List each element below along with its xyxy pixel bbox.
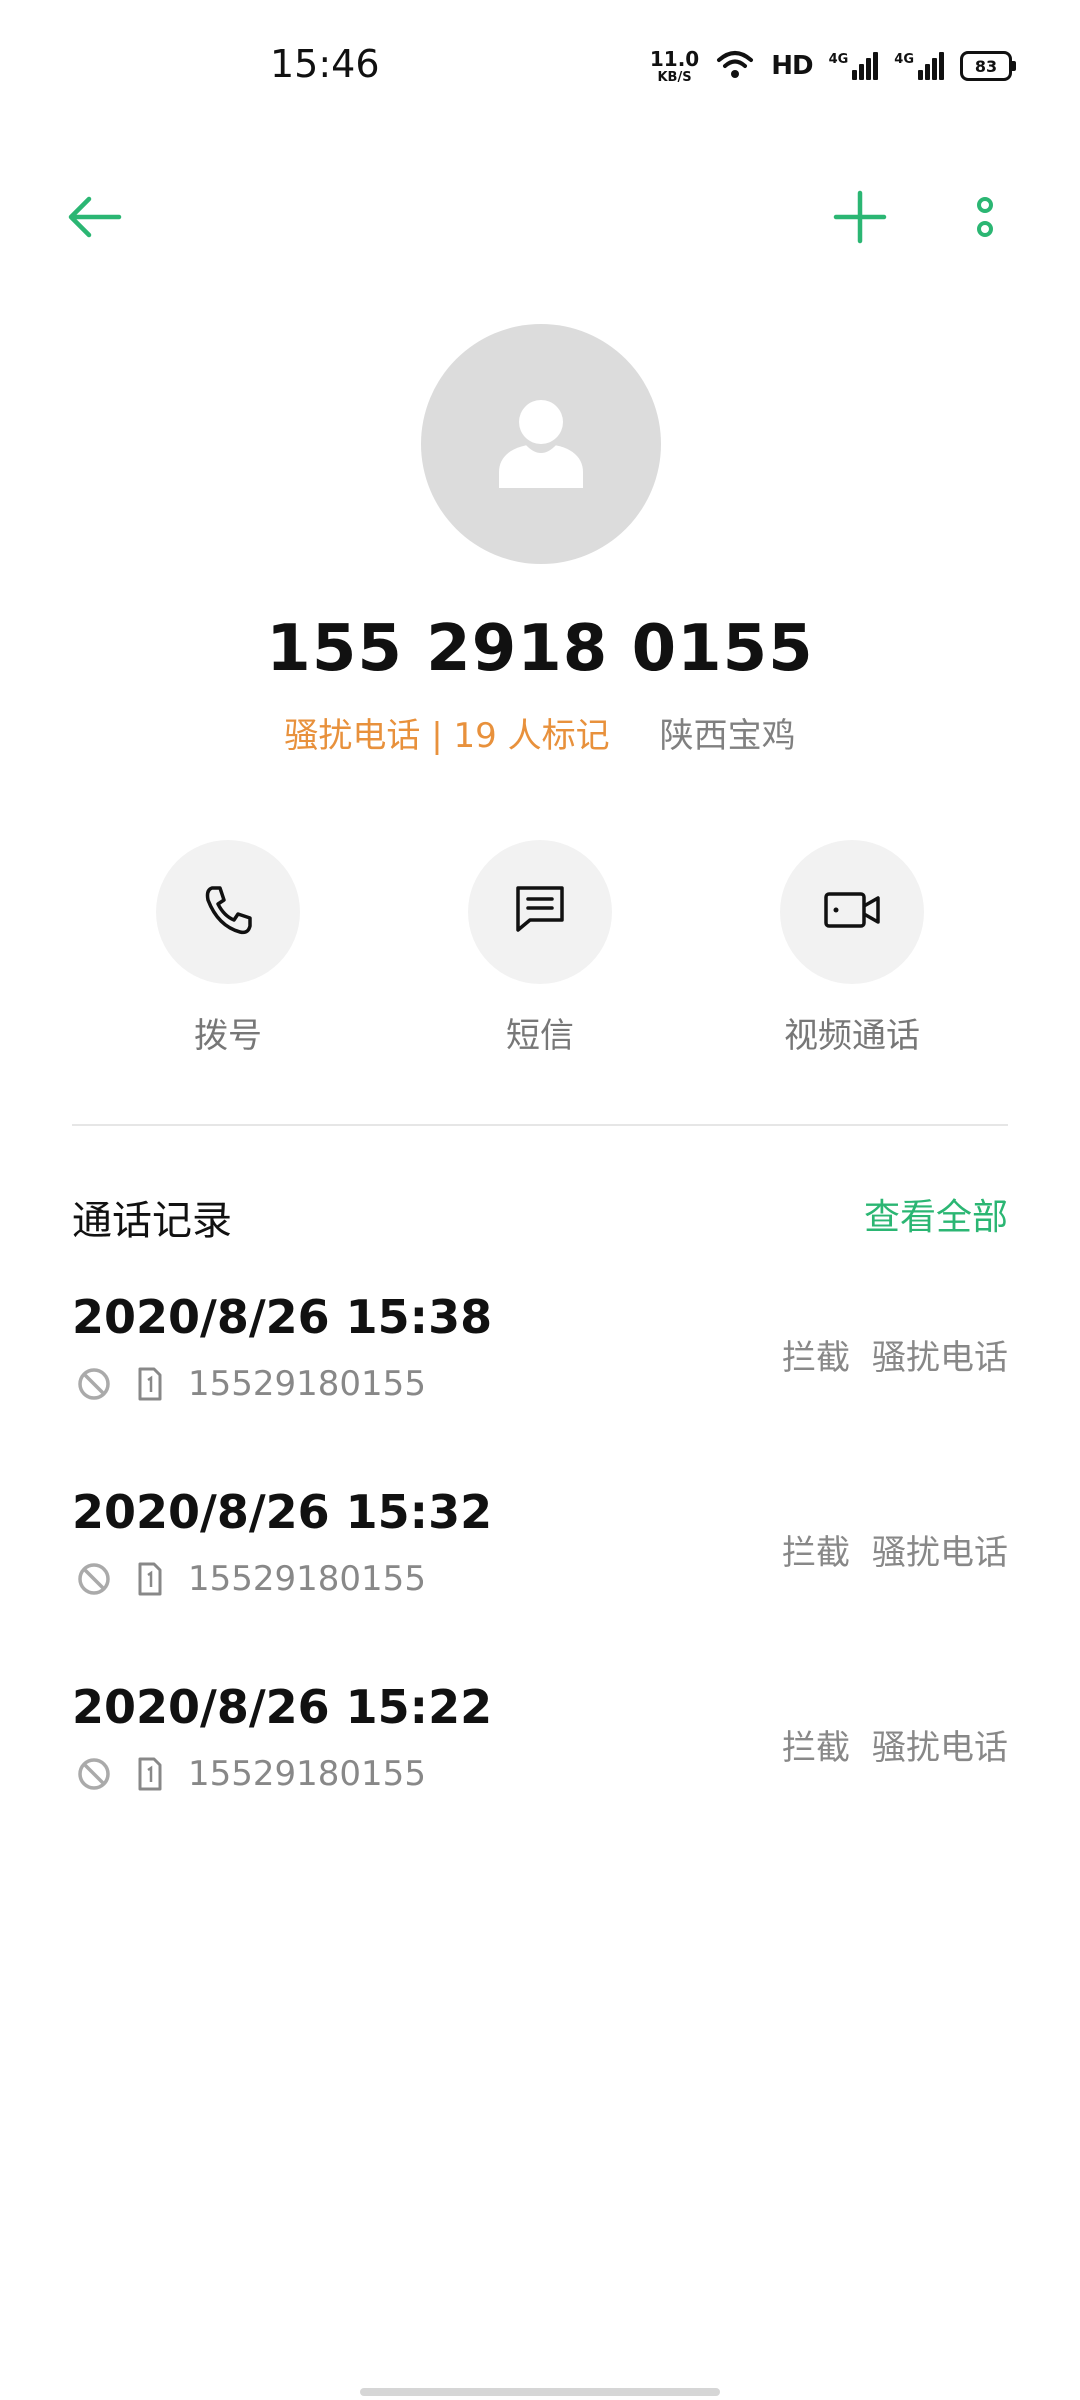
status-time: 15:46 [270,42,380,86]
view-all-link[interactable]: 查看全部 [864,1188,1008,1240]
call-status: 拦截 骚扰电话 [782,1720,1008,1769]
call-time: 2020/8/26 15:22 [72,1680,493,1734]
signal-network-label: 4G [828,52,849,67]
spam-tag: 骚扰电话 | 19 人标记 [284,716,610,756]
call-type-label: 骚扰电话 [872,1728,1008,1768]
call-record[interactable]: 2020/8/26 15:22 15529180155 拦截 骚扰电话 [0,1670,1080,1865]
video-call-label: 视频通话 [784,1016,920,1056]
status-icons: 11.0 KB/S HD 4G 4G 83 [650,44,1016,88]
hd-indicator: HD [771,51,813,81]
battery-level: 83 [974,56,998,76]
net-speed: 11.0 KB/S [650,49,699,84]
message-icon [510,880,570,944]
sms-circle[interactable] [468,840,612,984]
person-icon [491,392,591,496]
plus-icon [832,189,888,249]
dial-label: 拨号 [194,1016,262,1056]
back-button[interactable] [48,174,138,264]
phone-icon [198,880,258,944]
sms-label: 短信 [506,1016,574,1056]
call-number: 15529180155 [188,1754,426,1794]
call-record[interactable]: 2020/8/26 15:32 15529180155 拦截 骚扰电话 [0,1475,1080,1670]
signal-icon: 4G [829,52,879,80]
location-label: 陕西宝鸡 [659,716,796,756]
sim1-icon [128,1752,172,1796]
call-number: 15529180155 [188,1559,426,1599]
signal-icon: 4G [894,52,944,80]
wifi-icon [715,48,755,84]
call-number: 15529180155 [188,1364,426,1404]
call-type-label: 骚扰电话 [872,1338,1008,1378]
sim1-icon [128,1557,172,1601]
sim1-icon [128,1362,172,1406]
video-circle[interactable] [780,840,924,984]
call-log-list: 2020/8/26 15:38 15529180155 拦截 骚扰电话 2020/… [0,1280,1080,1865]
call-type-label: 骚扰电话 [872,1533,1008,1573]
call-time: 2020/8/26 15:32 [72,1485,493,1539]
sms-button[interactable]: 短信 [440,840,640,1057]
dial-circle[interactable] [156,840,300,984]
home-indicator[interactable] [360,2388,720,2396]
call-details: 15529180155 [72,1557,426,1601]
top-toolbar [0,160,1080,280]
blocked-icon [72,1362,116,1406]
video-call-button[interactable]: 视频通话 [752,840,952,1057]
divider [72,1124,1008,1126]
call-status-label: 拦截 [782,1338,850,1378]
battery-icon: 83 [960,51,1016,81]
avatar [421,324,661,564]
net-speed-unit: KB/S [657,69,692,85]
signal-network-label: 4G [894,52,914,67]
status-bar: 15:46 11.0 KB/S HD 4G 4G 83 [0,0,1080,130]
blocked-icon [72,1557,116,1601]
vertical-dots-icon [970,192,1000,246]
contact-tagline: 骚扰电话 | 19 人标记 陕西宝鸡 [0,708,1080,757]
call-status-label: 拦截 [782,1728,850,1768]
blocked-icon [72,1752,116,1796]
video-icon [820,880,884,944]
more-options-button[interactable] [940,174,1030,264]
add-contact-button[interactable] [815,174,905,264]
call-status-label: 拦截 [782,1533,850,1573]
contact-actions: 拨号 短信 视频通话 [0,840,1080,1060]
arrow-left-icon [63,192,123,246]
call-details: 15529180155 [72,1362,426,1406]
dial-button[interactable]: 拨号 [128,840,328,1057]
call-details: 15529180155 [72,1752,426,1796]
phone-number: 155 2918 0155 [266,612,814,686]
call-log-title: 通话记录 [72,1198,232,1244]
call-time: 2020/8/26 15:38 [72,1290,493,1344]
call-status: 拦截 骚扰电话 [782,1330,1008,1379]
call-status: 拦截 骚扰电话 [782,1525,1008,1574]
call-record[interactable]: 2020/8/26 15:38 15529180155 拦截 骚扰电话 [0,1280,1080,1475]
net-speed-value: 11.0 [649,46,700,71]
